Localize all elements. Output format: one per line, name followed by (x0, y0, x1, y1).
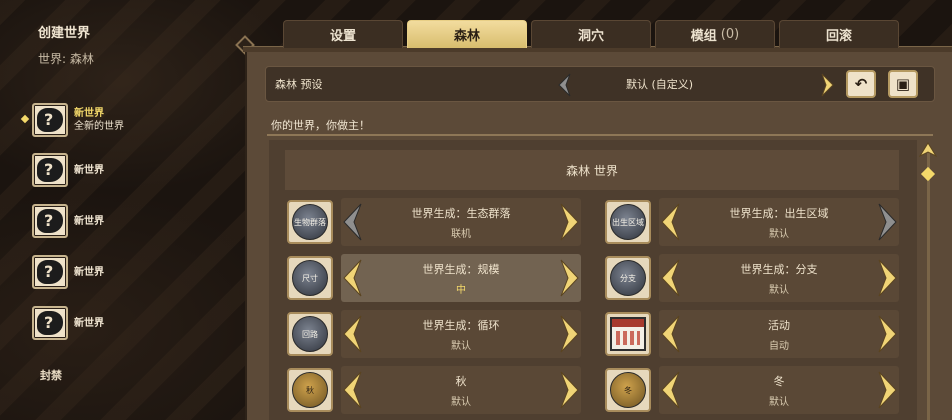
new-world-icon (32, 306, 68, 340)
sidebar-title: 创建世界 (38, 26, 91, 41)
tagline: 你的世界，你做主！ (271, 119, 370, 132)
setting-value: 默认 (769, 285, 789, 296)
ban-button[interactable]: 封禁 (40, 367, 62, 383)
tab-forest[interactable]: 森林 (407, 20, 527, 48)
setting-row-autumn: 秋 秋 默认 (287, 366, 587, 414)
tab-caves[interactable]: 洞穴 (531, 20, 651, 48)
world-slot-4[interactable]: 新世界 (32, 254, 222, 290)
tab-mods[interactable]: 模组 (0) (655, 20, 775, 48)
slot-name: 新世界 (74, 215, 104, 227)
setting-label: 世界生成：生态群落 (411, 207, 511, 220)
setting-value: 默认 (451, 397, 471, 408)
setting-label: 世界生成：出生区域 (729, 207, 829, 220)
tab-rollback[interactable]: 回滚 (779, 20, 899, 48)
scroll-thumb[interactable] (920, 166, 936, 182)
slot-name: 新世界 (74, 164, 104, 176)
loops-icon: 回路 (287, 312, 333, 356)
setting-label: 秋 (455, 375, 467, 388)
new-world-icon (32, 103, 68, 137)
biomes-icon: 生物群落 (287, 200, 333, 244)
setting-control: 世界生成：规模 中 (341, 254, 581, 302)
save-preset-button[interactable]: ▣ (888, 70, 918, 98)
undo-icon: ↶ (854, 75, 868, 93)
setting-value: 联机 (451, 229, 471, 240)
setting-row-events: 活动 自动 (605, 310, 905, 358)
next-option-icon[interactable] (877, 314, 899, 354)
world-slots-sidebar: 创建世界 世界: 森林 新世界 全新的世界 新世界 新世界 新世界 新世界 封禁 (0, 0, 240, 420)
world-slot-3[interactable]: 新世界 (32, 203, 222, 239)
setting-row-size: 尺寸 世界生成：规模 中 (287, 254, 587, 302)
winter-icon: 冬 (605, 368, 651, 412)
setting-label: 冬 (773, 375, 785, 388)
setting-control: 世界生成：生态群落 联机 (341, 198, 581, 246)
world-slot-2[interactable]: 新世界 (32, 152, 222, 188)
setting-control: 世界生成：循环 默认 (341, 310, 581, 358)
next-option-icon[interactable] (877, 370, 899, 410)
setting-value: 默认 (769, 229, 789, 240)
setting-row-biomes: 生物群落 世界生成：生态群落 联机 (287, 198, 587, 246)
setting-control: 活动 自动 (659, 310, 899, 358)
tab-settings[interactable]: 设置 (283, 20, 403, 48)
setting-row-winter: 冬 冬 默认 (605, 366, 905, 414)
spawn-area-icon: 出生区域 (605, 200, 651, 244)
revert-button[interactable]: ↶ (846, 70, 876, 98)
tab-bar: 设置 森林 洞穴 模组 (0) 回滚 (283, 20, 899, 48)
preset-prev-icon[interactable] (556, 73, 572, 97)
setting-control: 秋 默认 (341, 366, 581, 414)
tab-label: 回滚 (825, 29, 852, 44)
setting-row-loops: 回路 世界生成：循环 默认 (287, 310, 587, 358)
preset-label: 森林 预设 (275, 78, 323, 91)
setting-label: 世界生成：循环 (422, 319, 500, 332)
new-world-icon (32, 153, 68, 187)
slot-desc: 全新的世界 (74, 121, 124, 132)
new-world-icon (32, 204, 68, 238)
size-icon: 尺寸 (287, 256, 333, 300)
settings-panel: 森林 预设 默认 (自定义) ↶ ▣ 你的世界，你做主！ 森林 世界 生物群落 … (245, 52, 952, 420)
slot-name: 新世界 (74, 266, 104, 278)
selected-marker-icon (20, 114, 30, 124)
setting-control: 世界生成：分支 默认 (659, 254, 899, 302)
setting-label: 活动 (768, 319, 790, 332)
next-option-icon[interactable] (877, 202, 899, 242)
setting-value: 中 (456, 285, 466, 296)
setting-label: 世界生成：分支 (740, 263, 818, 276)
next-option-icon[interactable] (877, 258, 899, 298)
setting-control: 冬 默认 (659, 366, 899, 414)
save-icon: ▣ (895, 75, 911, 93)
slot-name: 新世界 (74, 108, 104, 119)
next-option-icon[interactable] (559, 314, 581, 354)
mod-count: (0) (720, 27, 740, 42)
scroll-up-icon[interactable] (919, 142, 937, 162)
preset-next-icon[interactable] (820, 73, 836, 97)
section-title: 森林 世界 (285, 150, 899, 190)
setting-label: 世界生成：规模 (422, 263, 500, 276)
next-option-icon[interactable] (559, 370, 581, 410)
setting-row-branches: 分支 世界生成：分支 默认 (605, 254, 905, 302)
divider (267, 134, 933, 136)
tab-label: 洞穴 (577, 29, 604, 44)
settings-content: 森林 世界 生物群落 世界生成：生态群落 联机 出生区域 世界生成：出生区域 默… (269, 140, 917, 420)
tab-label: 设置 (329, 29, 356, 44)
slot-name: 新世界 (74, 317, 104, 329)
sidebar-subtitle: 世界: 森林 (38, 52, 94, 66)
tab-label: 森林 (453, 29, 480, 44)
setting-value: 自动 (769, 341, 789, 352)
setting-value: 默认 (451, 341, 471, 352)
preset-value: 默认 (自定义) (626, 78, 694, 91)
setting-row-spawn-area: 出生区域 世界生成：出生区域 默认 (605, 198, 905, 246)
next-option-icon[interactable] (559, 202, 581, 242)
preset-bar: 森林 预设 默认 (自定义) ↶ ▣ (265, 66, 935, 102)
setting-control: 世界生成：出生区域 默认 (659, 198, 899, 246)
world-slot-1[interactable]: 新世界 全新的世界 (20, 102, 222, 138)
scrollbar[interactable] (927, 152, 930, 420)
branches-icon: 分支 (605, 256, 651, 300)
world-slot-5[interactable]: 新世界 (32, 305, 222, 341)
tab-label: 模组 (690, 29, 717, 44)
new-world-icon (32, 255, 68, 289)
setting-value: 默认 (769, 397, 789, 408)
next-option-icon[interactable] (559, 258, 581, 298)
autumn-icon: 秋 (287, 368, 333, 412)
calendar-icon (605, 312, 651, 356)
